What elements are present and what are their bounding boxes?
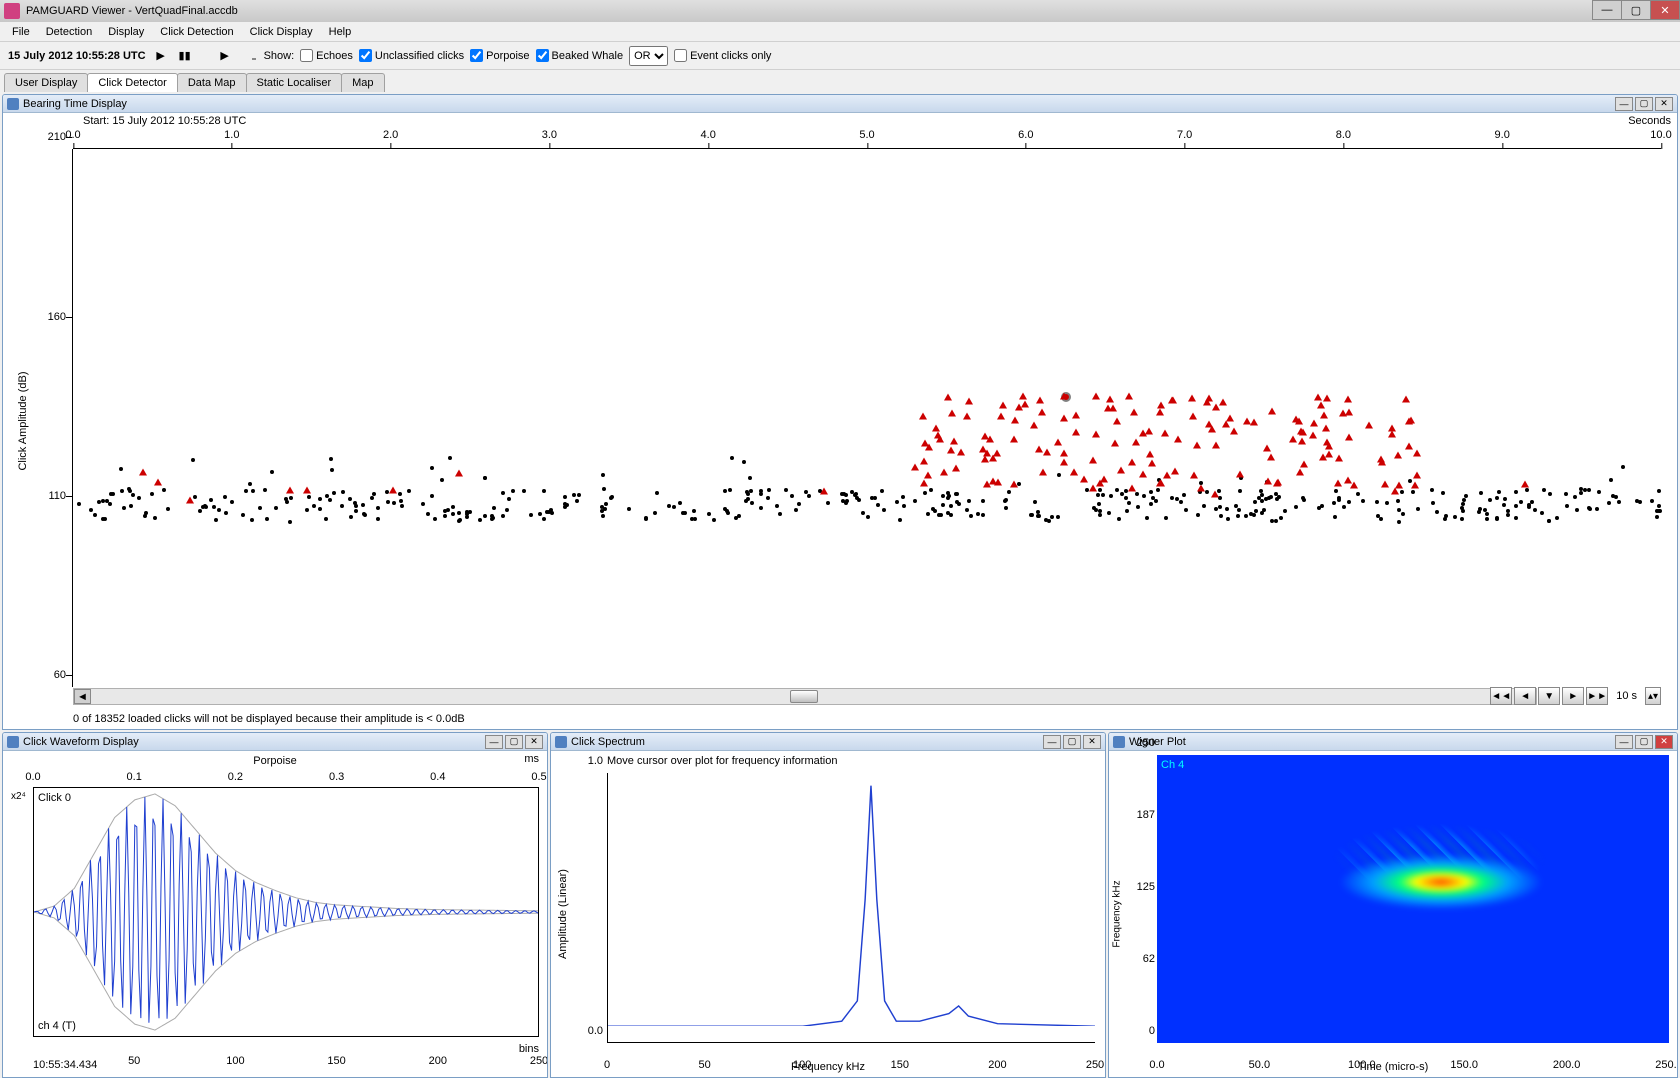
menu-detection[interactable]: Detection <box>38 24 100 40</box>
panel-minimize-button[interactable]: — <box>1615 97 1633 111</box>
window-icon <box>7 98 19 110</box>
nav-next-button[interactable]: ► <box>1562 687 1584 705</box>
menu-bar: File Detection Display Click Detection C… <box>0 22 1680 42</box>
panel-close-button[interactable]: ✕ <box>1655 735 1673 749</box>
waveform-subtitle: Porpoise <box>253 755 296 767</box>
waveform-chart[interactable]: Click 0 ch 4 (T) <box>33 787 539 1037</box>
checkbox-event-only[interactable]: Event clicks only <box>674 49 771 62</box>
minimize-button[interactable]: — <box>1592 0 1622 20</box>
seconds-label: Seconds <box>1628 115 1671 127</box>
show-label: Show: <box>264 50 295 62</box>
panel-close-button[interactable]: ✕ <box>1083 735 1101 749</box>
wigner-ylabel: Frequency kHz <box>1112 880 1123 947</box>
wigner-channel: Ch 4 <box>1161 759 1184 771</box>
spectrum-xlabel: Frequency kHz <box>791 1061 865 1073</box>
wigner-y-axis: 0 62 125 187 250 <box>1133 755 1157 1043</box>
spectrum-window: Click Spectrum — ▢ ✕ Move cursor over pl… <box>550 732 1106 1078</box>
waveform-unit-bottom: bins <box>519 1043 539 1055</box>
waveform-unit-top: ms <box>524 753 539 765</box>
menu-click-display[interactable]: Click Display <box>242 24 321 40</box>
waveform-window: Click Waveform Display — ▢ ✕ Porpoise ms… <box>2 732 548 1078</box>
start-label: Start: 15 July 2012 10:55:28 UTC <box>83 115 246 127</box>
nav-last-button[interactable]: ►► <box>1586 687 1608 705</box>
panel-maximize-button[interactable]: ▢ <box>1635 97 1653 111</box>
scroll-left-button[interactable]: ◄ <box>74 689 91 704</box>
panel-close-button[interactable]: ✕ <box>1655 97 1673 111</box>
btd-status: 0 of 18352 loaded clicks will not be dis… <box>73 713 465 725</box>
window-titlebar: PAMGUARD Viewer - VertQuadFinal.accdb — … <box>0 0 1680 22</box>
toolbar-timestamp: 15 July 2012 10:55:28 UTC <box>8 50 146 62</box>
panel-maximize-button[interactable]: ▢ <box>505 735 523 749</box>
menu-help[interactable]: Help <box>321 24 360 40</box>
pause-button[interactable]: ▮▮ <box>176 47 194 65</box>
panel-maximize-button[interactable]: ▢ <box>1635 735 1653 749</box>
btd-plot[interactable] <box>73 149 1661 687</box>
wigner-xlabel: Time (micro-s) <box>1358 1061 1428 1073</box>
range-label: 10 s <box>1610 690 1643 702</box>
window-icon <box>555 736 567 748</box>
btd-y-axis: 60 110 160 210 <box>43 149 73 687</box>
window-title: PAMGUARD Viewer - VertQuadFinal.accdb <box>26 5 238 17</box>
menu-file[interactable]: File <box>4 24 38 40</box>
scroll-thumb[interactable] <box>790 690 818 703</box>
window-icon <box>1113 736 1125 748</box>
play-button[interactable]: ▶ <box>152 47 170 65</box>
bearing-time-window: Bearing Time Display — ▢ ✕ Start: 15 Jul… <box>2 94 1678 730</box>
toolbar: 15 July 2012 10:55:28 UTC ▶ ▮▮ ▶ Show: E… <box>0 42 1680 70</box>
nav-dropdown-button[interactable]: ▼ <box>1538 687 1560 705</box>
spectrum-title: Click Spectrum <box>571 736 1041 748</box>
click-label: Click 0 <box>38 792 71 804</box>
bearing-time-title: Bearing Time Display <box>23 98 1613 110</box>
panel-minimize-button[interactable]: — <box>1615 735 1633 749</box>
btd-scrollbar[interactable]: ◄ ► <box>73 688 1537 705</box>
spectrum-y-axis: 0.0 1.0 <box>581 773 607 1043</box>
window-icon <box>7 736 19 748</box>
tab-static-localiser[interactable]: Static Localiser <box>246 73 343 92</box>
play2-button[interactable]: ▶ <box>216 47 234 65</box>
checkbox-echoes[interactable]: Echoes <box>300 49 353 62</box>
panel-close-button[interactable]: ✕ <box>525 735 543 749</box>
tab-data-map[interactable]: Data Map <box>177 73 247 92</box>
checkbox-porpoise[interactable]: Porpoise <box>470 49 529 62</box>
app-icon <box>4 3 20 19</box>
panel-minimize-button[interactable]: — <box>485 735 503 749</box>
content-area: Bearing Time Display — ▢ ✕ Start: 15 Jul… <box>0 92 1680 1010</box>
spectrum-chart[interactable] <box>607 773 1095 1043</box>
nav-first-button[interactable]: ◄◄ <box>1490 687 1512 705</box>
logic-select[interactable]: OR <box>629 46 668 66</box>
maximize-button[interactable]: ▢ <box>1621 0 1651 20</box>
tab-click-detector[interactable]: Click Detector <box>87 73 177 92</box>
channel-label: ch 4 (T) <box>38 1020 76 1032</box>
menu-click-detection[interactable]: Click Detection <box>152 24 241 40</box>
spectrum-hint: Move cursor over plot for frequency info… <box>607 755 838 767</box>
btd-y-label: Click Amplitude (dB) <box>17 371 29 470</box>
close-button[interactable]: ✕ <box>1650 0 1680 20</box>
spectrum-ylabel: Amplitude (Linear) <box>557 869 569 959</box>
menu-display[interactable]: Display <box>100 24 152 40</box>
btd-x-axis: 0.0 1.0 2.0 3.0 4.0 5.0 6.0 7.0 8.0 9.0 … <box>73 129 1661 149</box>
tab-bar: User Display Click Detector Data Map Sta… <box>0 70 1680 92</box>
panel-minimize-button[interactable]: — <box>1043 735 1061 749</box>
tab-user-display[interactable]: User Display <box>4 73 88 92</box>
panel-maximize-button[interactable]: ▢ <box>1063 735 1081 749</box>
wigner-chart[interactable]: Ch 4 <box>1157 755 1669 1043</box>
checkbox-beaked[interactable]: Beaked Whale <box>536 49 624 62</box>
nav-prev-button[interactable]: ◄ <box>1514 687 1536 705</box>
wigner-pattern <box>1300 813 1582 928</box>
waveform-timestamp: 10:55:34.434 <box>33 1059 97 1071</box>
checkbox-unclassified[interactable]: Unclassified clicks <box>359 49 464 62</box>
waveform-scale: x2⁴ <box>11 791 26 802</box>
tab-map[interactable]: Map <box>341 73 384 92</box>
wigner-title: Wigner Plot <box>1129 736 1613 748</box>
waveform-title: Click Waveform Display <box>23 736 483 748</box>
wigner-window: Wigner Plot — ▢ ✕ Frequency kHz 0 62 125… <box>1108 732 1678 1078</box>
color-selector-icon[interactable] <box>240 47 258 65</box>
range-spinner[interactable]: ▴▾ <box>1645 687 1661 705</box>
nav-button-group: ◄◄ ◄ ▼ ► ►► 10 s ▴▾ <box>1490 687 1661 705</box>
